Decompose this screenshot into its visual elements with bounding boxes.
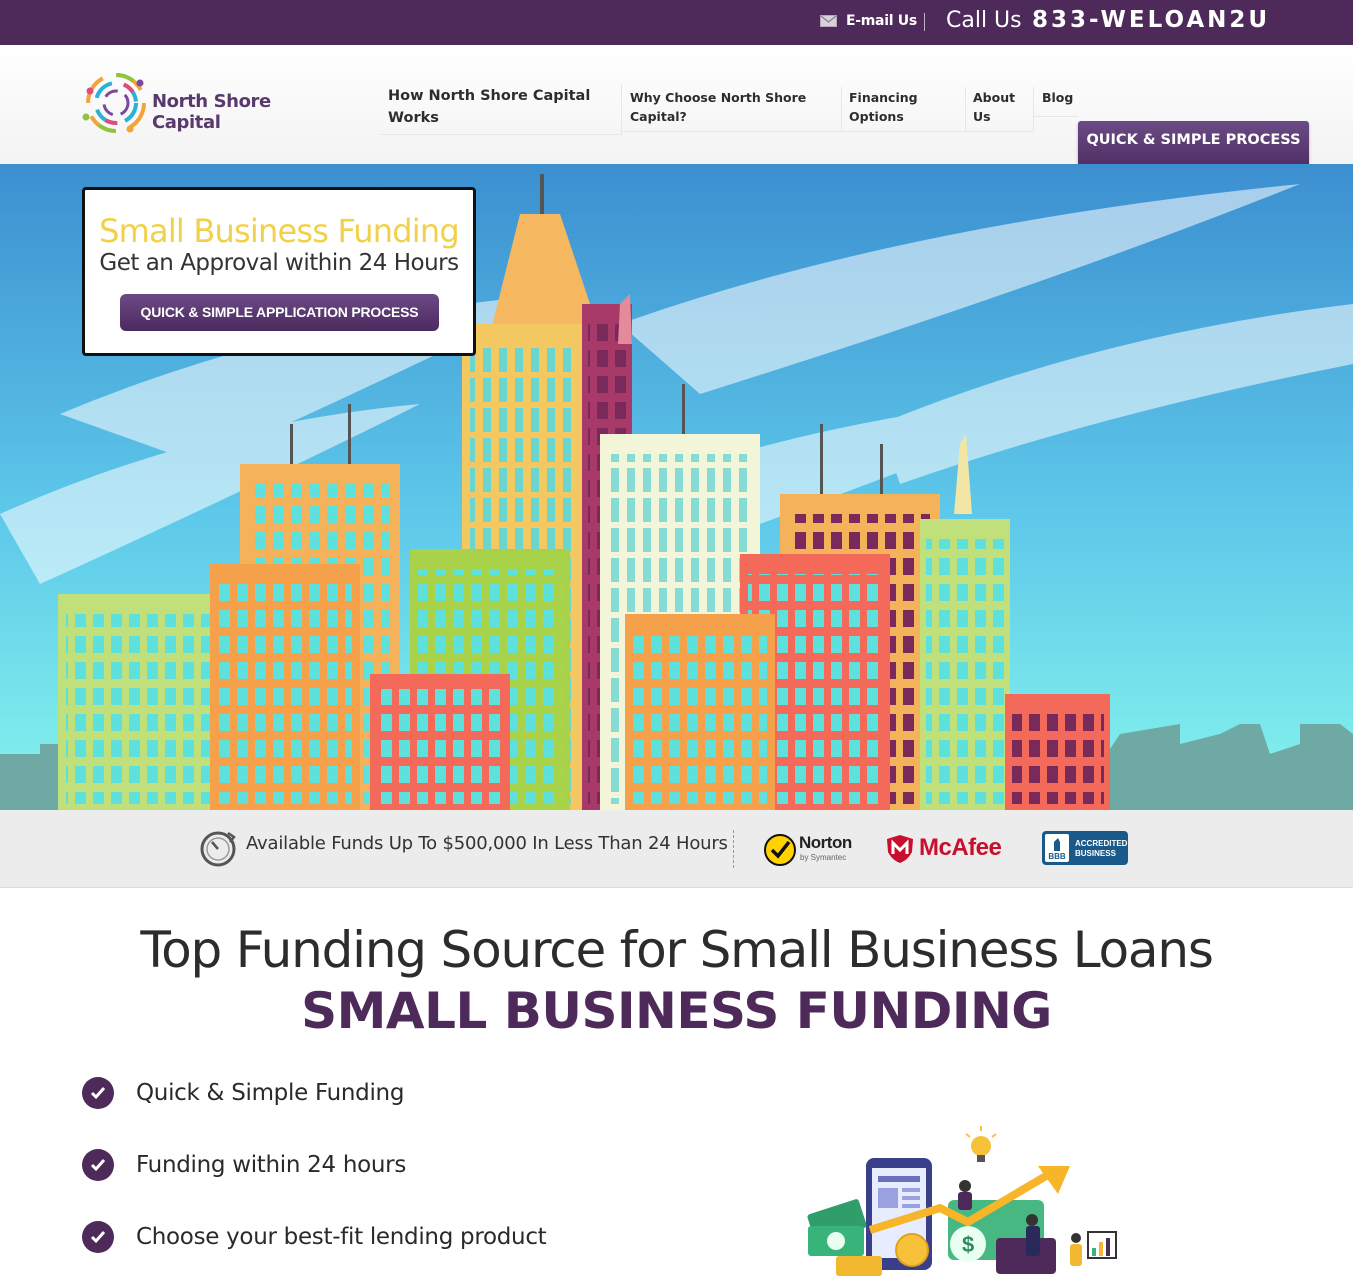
feature-item: Choose your best-fit lending product: [82, 1221, 547, 1253]
bbb-business-label: BUSINESS: [1075, 849, 1116, 858]
email-label[interactable]: E-mail Us: [846, 13, 917, 29]
email-link[interactable]: E-mail Us: [820, 13, 917, 29]
divider: [733, 830, 734, 868]
mcafee-badge: McAfee: [886, 832, 1012, 868]
stopwatch-icon: [200, 831, 236, 867]
bbb-torch-icon: [1054, 838, 1060, 851]
check-icon: [82, 1221, 114, 1253]
svg-text:$: $: [962, 1232, 974, 1257]
norton-badge: Norton by Symantec: [763, 832, 859, 868]
logo[interactable]: North Shore Capital: [80, 67, 340, 139]
hero-banner: Small Business Funding Get an Approval w…: [0, 164, 1353, 810]
envelope-icon: [820, 15, 837, 27]
phone-number-link[interactable]: 833-WELOAN2U: [1032, 7, 1270, 33]
nav-blog[interactable]: Blog: [1034, 87, 1078, 117]
norton-sub-label: by Symantec: [800, 853, 847, 862]
nav-financing-options[interactable]: Financing Options: [842, 87, 966, 132]
bbb-label: BBB: [1048, 852, 1066, 861]
feature-text: Funding within 24 hours: [136, 1152, 407, 1178]
check-icon: [82, 1077, 114, 1109]
logo-mark-icon: [82, 73, 146, 133]
hero-subtitle: Get an Approval within 24 Hours: [99, 250, 459, 276]
bbb-accredited-badge: BBB ACCREDITED BUSINESS: [1042, 831, 1128, 865]
feature-item: Quick & Simple Funding: [82, 1077, 404, 1109]
feature-item: Funding within 24 hours: [82, 1149, 406, 1181]
finance-growth-illustration: $: [807, 1126, 1117, 1276]
page-title: Top Funding Source for Small Business Lo…: [140, 921, 1214, 979]
norton-check-icon: [764, 834, 796, 866]
available-funds-text: Available Funds Up To $500,000 In Less T…: [246, 833, 728, 854]
bbb-logo-box: BBB: [1045, 834, 1069, 862]
top-bar: E-mail Us Call Us 833-WELOAN2U: [0, 0, 1353, 45]
trust-bar: Available Funds Up To $500,000 In Less T…: [0, 810, 1353, 888]
site-header: North Shore Capital How North Shore Capi…: [0, 45, 1353, 174]
logo-text: North Shore Capital: [152, 91, 271, 133]
hero-card: Small Business Funding Get an Approval w…: [82, 187, 476, 356]
divider: [924, 13, 925, 31]
page-subtitle: SMALL BUSINESS FUNDING: [301, 982, 1052, 1040]
check-icon: [82, 1149, 114, 1181]
nav-how-it-works[interactable]: How North Shore Capital Works: [380, 84, 622, 135]
call-us-label: Call Us: [946, 8, 1022, 33]
mcafee-label: McAfee: [919, 834, 1002, 861]
feature-text: Quick & Simple Funding: [136, 1080, 405, 1106]
mcafee-shield-icon: [887, 835, 913, 863]
norton-label: Norton: [799, 833, 852, 852]
hero-title: Small Business Funding: [99, 212, 460, 250]
feature-text: Choose your best-fit lending product: [136, 1224, 547, 1250]
application-process-button[interactable]: QUICK & SIMPLE APPLICATION PROCESS: [120, 294, 439, 331]
nav-why-choose[interactable]: Why Choose North Shore Capital?: [622, 87, 842, 132]
bbb-accredited-label: ACCREDITED: [1075, 839, 1128, 848]
nav-about-us[interactable]: About Us: [966, 87, 1034, 132]
